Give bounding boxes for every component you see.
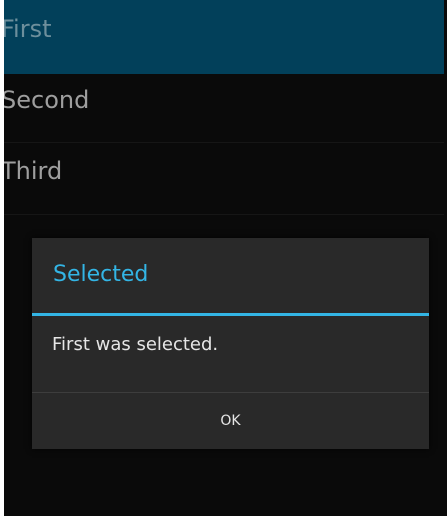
dialog-title: Selected bbox=[53, 262, 149, 287]
list-item-third[interactable]: Third bbox=[4, 143, 444, 215]
dialog-message: First was selected. bbox=[52, 334, 219, 355]
list-item-first[interactable]: First bbox=[4, 0, 444, 74]
app-screen: First Second Third Selected First was se… bbox=[4, 0, 447, 516]
ok-button[interactable]: OK bbox=[32, 393, 429, 449]
list-item-second[interactable]: Second bbox=[4, 74, 444, 143]
dialog-title-divider bbox=[32, 313, 429, 316]
selection-dialog: Selected First was selected. OK bbox=[32, 238, 429, 449]
list-item-label: Second bbox=[4, 86, 90, 114]
list-item-label: Third bbox=[4, 156, 63, 185]
list-item-label: First bbox=[4, 15, 52, 43]
